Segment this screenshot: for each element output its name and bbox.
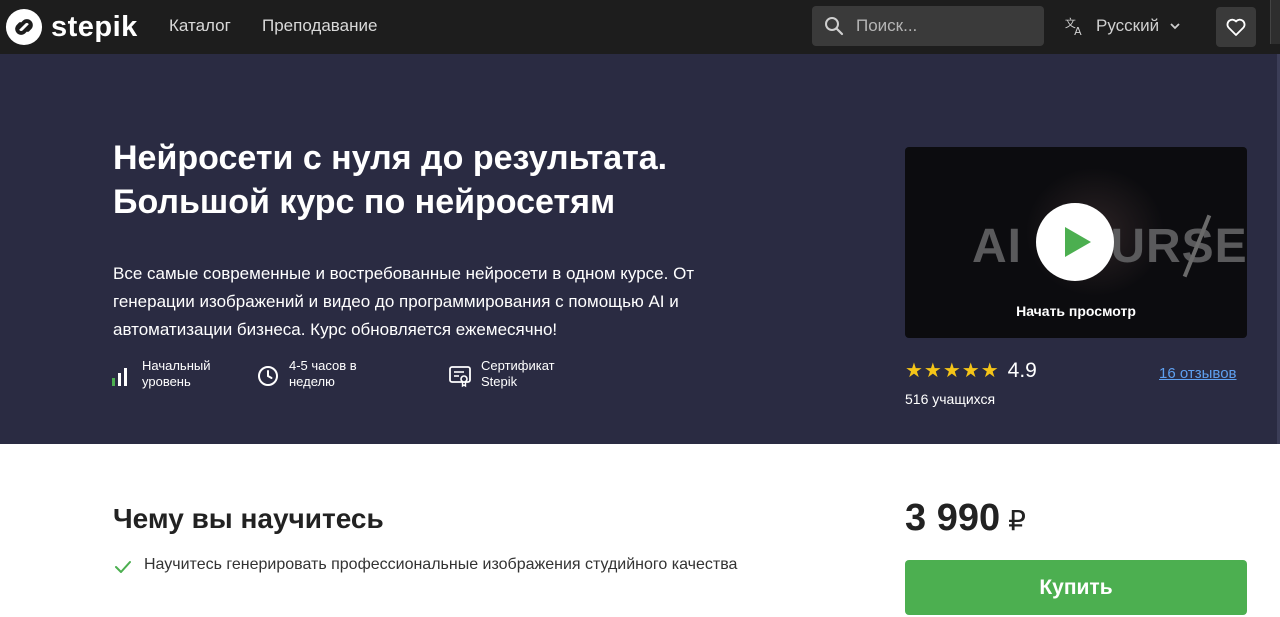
learn-item-text: Научитесь генерировать профессиональные … [144,556,738,573]
course-title: Нейросети с нуля до результата. Большой … [113,136,813,224]
logo-text: stepik [51,11,138,43]
language-label: Русский [1096,16,1160,35]
nav-teaching-link[interactable]: Преподавание [262,16,377,36]
language-selector[interactable]: 文 A Русский [1064,14,1181,38]
stepik-logo[interactable]: stepik [5,8,138,46]
price-amount: 3 990 [905,497,1001,539]
certificate-icon [449,366,471,388]
search-box[interactable] [812,6,1044,46]
rating-value: 4.9 [1007,359,1037,382]
feature-level-text: Начальный уровень [142,358,242,390]
level-bars-icon [112,368,127,386]
course-rating: ★★★★★ 4.9 [905,359,1037,383]
course-title-line-1: Нейросети с нуля до результата. [113,139,668,177]
heart-icon [1226,18,1246,36]
promo-video[interactable]: AI COURSE Начать просмотр [905,147,1247,338]
buy-button[interactable]: Купить [905,560,1247,615]
feature-certificate-line-2: Stepik [481,374,518,389]
feature-certificate-line-1: Сертификат [481,358,555,373]
check-icon [115,561,131,573]
feature-workload-text: 4-5 часов в неделю [289,358,389,390]
reviews-link[interactable]: 16 отзывов [1159,365,1237,382]
feature-level-line-1: Начальный [142,358,211,373]
feature-certificate-text: Сертификат Stepik [481,358,581,390]
feature-workload-line-2: неделю [289,374,335,389]
course-price: 3 990 ₽ [905,496,1026,543]
course-description: Все самые современные и востребованные н… [113,264,695,339]
feature-level-line-2: уровень [142,374,191,389]
top-navigation-bar: stepik Каталог Преподавание 文 A Русский [0,0,1280,54]
feature-workload: 4-5 часов в неделю [257,358,389,390]
play-button[interactable] [1036,203,1114,281]
favorites-button[interactable] [1216,7,1256,47]
learners-count: 516 учащихся [905,391,996,407]
start-watching-label: Начать просмотр [1016,303,1136,319]
clock-icon [258,366,278,386]
scrollbar-edge [1270,0,1280,44]
search-icon [825,17,844,36]
what-you-learn-title: Чему вы научитесь [113,503,384,534]
rating-stars: ★★★★★ [905,360,1000,382]
svg-text:A: A [1074,25,1082,37]
nav-catalog-link[interactable]: Каталог [169,16,231,36]
translate-icon: 文 A [1065,16,1082,37]
search-input[interactable] [856,16,1036,36]
feature-certificate: Сертификат Stepik [449,358,581,390]
learn-list-item: Научитесь генерировать профессиональные … [114,553,774,577]
stepik-logo-icon [5,8,43,46]
course-title-line-2: Большой курс по нейросетям [113,183,616,221]
price-currency: ₽ [1008,505,1026,536]
course-hero: Нейросети с нуля до результата. Большой … [0,54,1280,444]
feature-workload-line-1: 4-5 часов в [289,358,357,373]
feature-level: Начальный уровень [110,358,242,390]
play-icon [1065,227,1091,257]
chevron-down-icon [1170,23,1180,30]
